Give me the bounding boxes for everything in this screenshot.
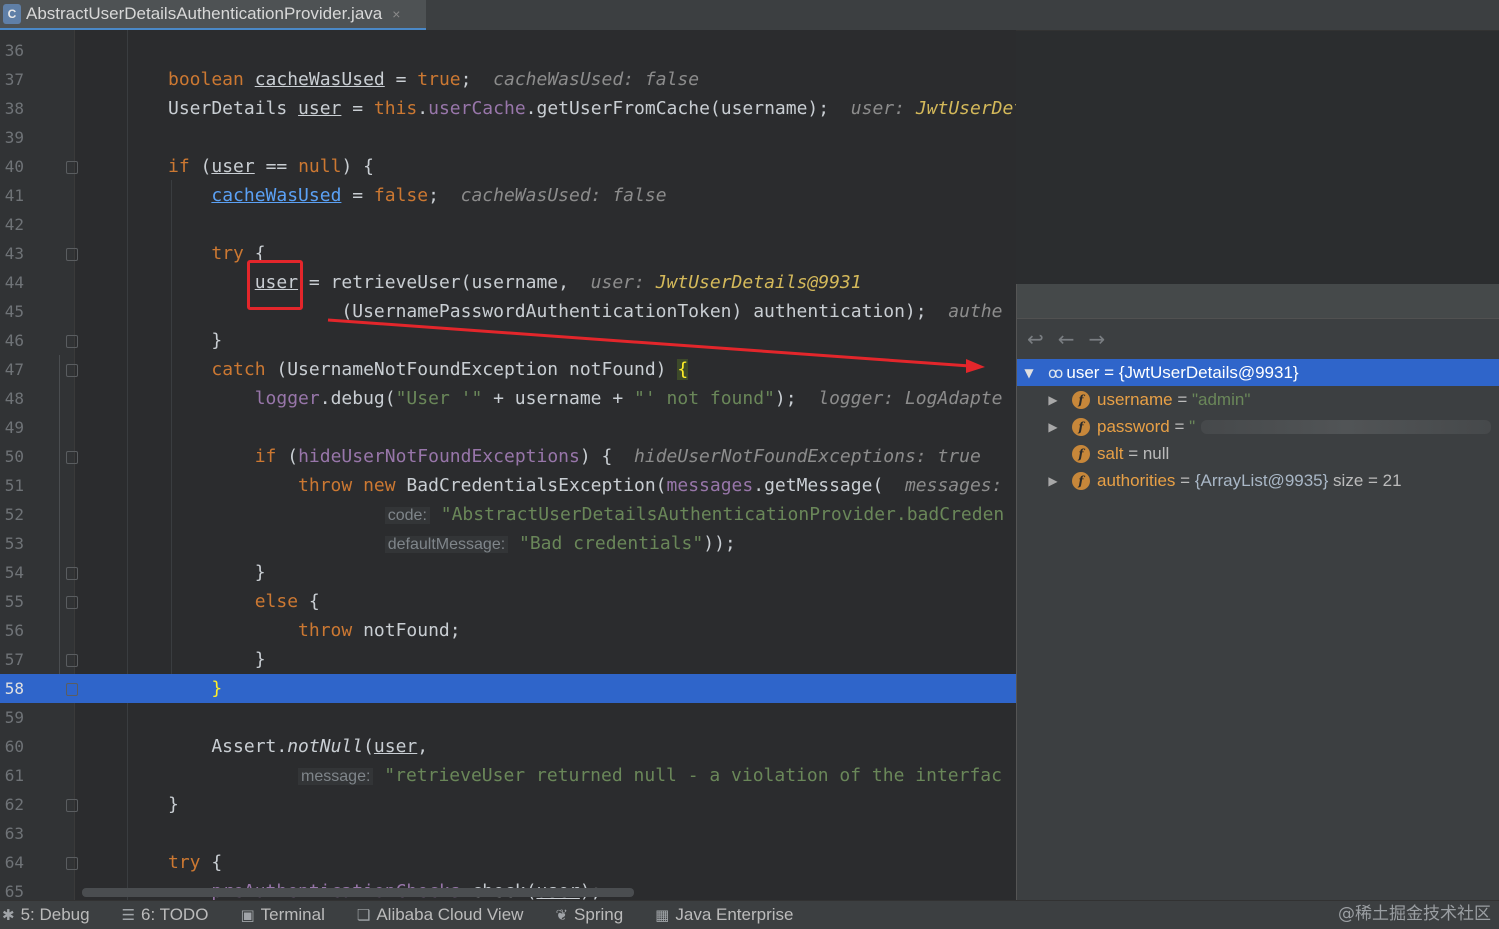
tool-window-bar: ✱ 5: Debug ☰ 6: TODO ▣ Terminal ❏ Alibaba Cloud… bbox=[0, 900, 1499, 929]
toolwindow-terminal[interactable]: ▣ Terminal bbox=[240, 905, 324, 925]
debug-icon: ✱ bbox=[2, 906, 15, 924]
alibaba-cloud-icon: ❏ bbox=[356, 906, 371, 924]
equals-sign: = bbox=[1123, 443, 1143, 463]
equals-sign: = bbox=[1099, 362, 1119, 382]
toolwindow-label: 6: TODO bbox=[141, 905, 209, 924]
jump-to-source-icon[interactable]: ↩ bbox=[1027, 327, 1044, 351]
tab-label: AbstractUserDetailsAuthenticationProvide… bbox=[26, 4, 383, 23]
expand-triangle-icon[interactable]: ▶ bbox=[1046, 474, 1060, 488]
watermark: @稀土掘金技术社区 bbox=[1338, 904, 1491, 924]
toolwindow-label: Java Enterprise bbox=[675, 905, 794, 924]
toolwindow-label: Terminal bbox=[260, 905, 325, 924]
annotation-arrow bbox=[327, 318, 985, 373]
popup-toolbar: ↩ ← → bbox=[1017, 319, 1499, 359]
close-icon[interactable]: × bbox=[392, 6, 400, 22]
collection-size: size = 21 bbox=[1328, 470, 1402, 490]
java-enterprise-icon: ▦ bbox=[655, 906, 670, 924]
horizontal-scrollbar[interactable] bbox=[82, 888, 634, 897]
root-var-value: {JwtUserDetails@9931} bbox=[1118, 362, 1299, 382]
field-icon: f bbox=[1072, 444, 1090, 463]
tree-field-username[interactable]: ▶ f username = "admin" bbox=[1017, 386, 1499, 413]
tab-abstract-user-details-provider[interactable]: C AbstractUserDetailsAuthenticationProvi… bbox=[0, 0, 426, 31]
expand-triangle-icon[interactable]: ▶ bbox=[1046, 420, 1060, 434]
field-icon: f bbox=[1072, 390, 1090, 409]
back-arrow-icon[interactable]: ← bbox=[1058, 327, 1075, 351]
root-var-name: user bbox=[1066, 362, 1100, 382]
field-name: password bbox=[1097, 416, 1170, 436]
editor-tab-bar: C AbstractUserDetailsAuthenticationProvi… bbox=[0, 0, 1499, 31]
spring-icon: ❦ bbox=[555, 906, 569, 924]
todo-icon: ☰ bbox=[121, 906, 136, 924]
field-value: {ArrayList@9935} bbox=[1194, 470, 1329, 490]
toolwindow-5-debug[interactable]: ✱ 5: Debug bbox=[2, 905, 90, 925]
toolwindow-6-todo[interactable]: ☰ 6: TODO bbox=[122, 905, 209, 925]
toolwindow-java-enterprise[interactable]: ▦ Java Enterprise bbox=[655, 905, 793, 925]
tree-field-password[interactable]: ▶ f password = " bbox=[1017, 413, 1499, 440]
field-name: authorities bbox=[1097, 470, 1176, 490]
code-editor[interactable]: 36 37 boolean cacheWasUsed = true; cacheWa… bbox=[0, 30, 1016, 900]
terminal-icon: ▣ bbox=[240, 906, 255, 924]
toolwindow-label: 5: Debug bbox=[20, 905, 90, 924]
field-icon: f bbox=[1072, 417, 1090, 436]
popup-title-bar[interactable] bbox=[1017, 284, 1499, 319]
equals-sign: = bbox=[1175, 470, 1195, 490]
java-class-icon: C bbox=[3, 4, 21, 24]
toolwindow-alibaba-cloud-view[interactable]: ❏ Alibaba Cloud View bbox=[357, 905, 524, 925]
tree-root-user[interactable]: ▼ oo user = {JwtUserDetails@9931} bbox=[1017, 359, 1499, 386]
watch-glasses-icon: oo bbox=[1048, 363, 1063, 382]
equals-sign: = bbox=[1169, 416, 1190, 436]
toolwindow-label: Spring bbox=[574, 905, 624, 924]
field-icon: f bbox=[1072, 471, 1090, 490]
toolwindow-label: Alibaba Cloud View bbox=[376, 905, 524, 924]
tree-field-salt[interactable]: f salt = null bbox=[1017, 440, 1499, 467]
field-value: " bbox=[1189, 416, 1196, 436]
equals-sign: = bbox=[1172, 389, 1192, 409]
forward-arrow-icon[interactable]: → bbox=[1089, 327, 1106, 351]
field-name: username bbox=[1097, 389, 1173, 409]
field-value: null bbox=[1142, 443, 1170, 463]
toolwindow-spring[interactable]: ❦ Spring bbox=[555, 905, 623, 925]
field-value: "admin" bbox=[1191, 389, 1251, 409]
field-name: salt bbox=[1097, 443, 1124, 463]
collapse-triangle-icon[interactable]: ▼ bbox=[1022, 366, 1036, 380]
redacted-value bbox=[1201, 419, 1492, 434]
expand-triangle-icon[interactable]: ▶ bbox=[1046, 393, 1060, 407]
debug-variable-popup: ↩ ← → ▼ oo user = {JwtUserDetails@9931} … bbox=[1016, 284, 1499, 928]
tree-field-authorities[interactable]: ▶ f authorities = {ArrayList@9935} size … bbox=[1017, 467, 1499, 494]
